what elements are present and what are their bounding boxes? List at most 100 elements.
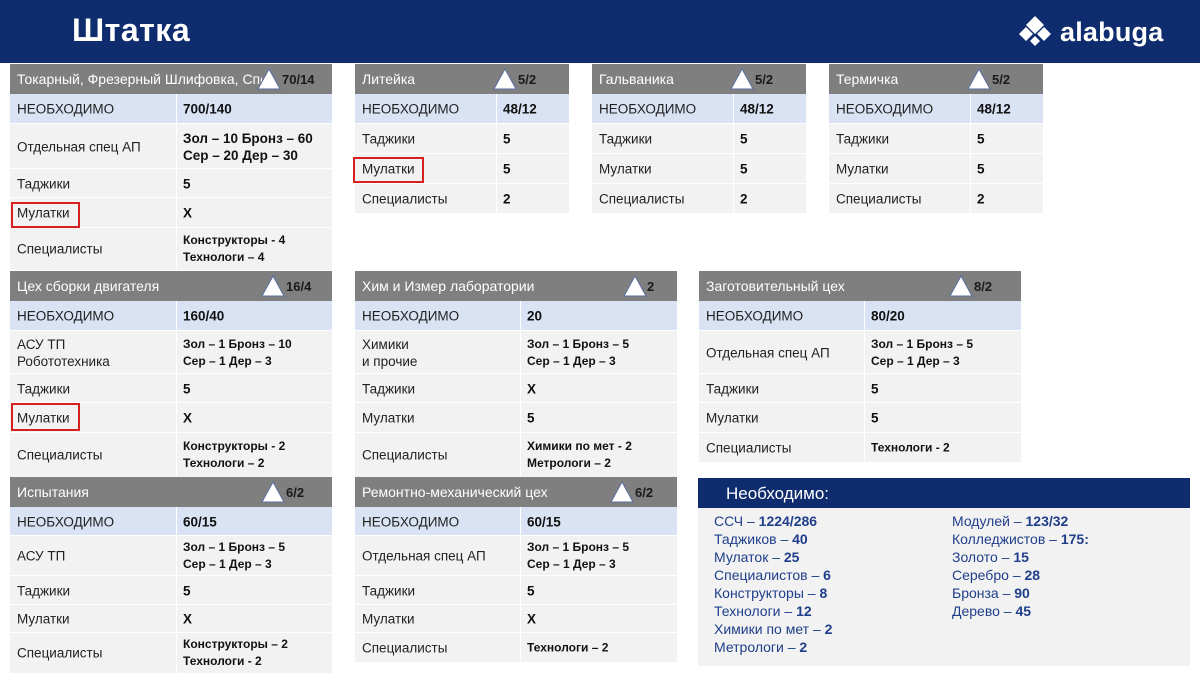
row-value-line: Сер – 1 Дер – 3 (527, 353, 616, 368)
row-value-line: Технологи - 2 (183, 654, 262, 668)
row-value-line: Зол – 1 Бронз – 5 (871, 336, 974, 351)
row-label: Мулатки (706, 410, 759, 426)
row-value-line: Сер – 1 Дер – 3 (871, 353, 960, 368)
row-label: Мулатки (362, 611, 415, 627)
block-title: Термичка (836, 71, 899, 87)
block-ispytaniya: Испытания 6/2 НЕОБХОДИМО 60/15 АСУ ТП Зо… (10, 477, 332, 673)
row-value: Зол – 1 Бронз – 5 Сер – 1 Дер – 3 (871, 336, 973, 370)
row-value: Зол – 1 Бронз – 5 Сер – 1 Дер – 3 (527, 539, 629, 573)
table-row: Мулатки 5 (699, 403, 1021, 433)
block-count: 5/2 (518, 72, 537, 87)
row-value-line: Технологи – 2 (183, 456, 265, 470)
block-count: 6/2 (286, 485, 305, 500)
summary-item: Конструкторы – 8 (714, 585, 828, 601)
row-value-line: Сер – 1 Дер – 3 (183, 557, 272, 571)
triangle-icon (730, 68, 754, 90)
block-title: Цех сборки двигателя (17, 278, 160, 294)
block-title: Заготовительный цех (706, 278, 845, 294)
table-row: Таджики 5 (355, 124, 569, 154)
row-value: 48/12 (740, 101, 774, 117)
table-row: Специалисты Конструкторы - 4 Технологи –… (10, 228, 332, 270)
block-title: Токарный, Фрезерный Шлифовка, Спец (17, 71, 262, 87)
row-value: 48/12 (977, 101, 1011, 117)
row-label: Таджики (17, 176, 71, 191)
logo-text: alabuga (1060, 16, 1164, 47)
table-row: Химики и прочие Зол – 1 Бронз – 5 Сер – … (355, 331, 677, 374)
alabuga-logo: alabuga (1018, 15, 1163, 49)
table-row: НЕОБХОДИМО 700/140 (10, 94, 332, 124)
table-row: Таджики 5 (699, 374, 1021, 403)
row-value-line: Химики по мет - 2 (527, 439, 632, 453)
row-value: Зол – 10 Бронз – 60 Сер – 20 Дер – 30 (183, 130, 313, 164)
row-label: Отдельная спец АП (706, 345, 830, 360)
table-row: Специалисты Химики по мет - 2 Метрологи … (355, 433, 677, 477)
summary-item: Модулей – 123/32 (952, 513, 1069, 529)
block-header: Гальваника 5/2 (592, 64, 806, 94)
block-header: Литейка 5/2 (355, 64, 569, 94)
row-value-line: Зол – 1 Бронз – 5 (527, 540, 630, 554)
summary-item: Химики по мет – 2 (714, 621, 833, 637)
row-value: Конструкторы - 4 Технологи – 4 (183, 232, 285, 266)
row-label: НЕОБХОДИМО (17, 514, 115, 529)
row-value-line: Технологи – 4 (183, 250, 265, 264)
summary-item: Технологи – 12 (714, 603, 812, 619)
triangle-icon (257, 68, 281, 90)
triangle-icon (610, 481, 634, 503)
block-header: Ремонтно-механический цех 6/2 (355, 477, 677, 507)
row-value: 5 (871, 381, 879, 396)
row-value: 2 (503, 191, 511, 206)
triangle-icon (261, 481, 285, 503)
block-title: Испытания (17, 484, 89, 500)
row-value: 2 (977, 191, 985, 206)
row-label: НЕОБХОДИМО (17, 308, 115, 324)
row-value: 5 (527, 583, 535, 598)
row-label: Таджики (362, 131, 416, 147)
table-row: Отдельная спец АП Зол – 1 Бронз – 5 Сер … (355, 536, 677, 576)
block-title: Хим и Измер лаборатории (362, 278, 535, 294)
table-row: Мулатки X (10, 605, 332, 633)
table-row: НЕОБХОДИМО 48/12 (355, 94, 569, 124)
row-label: Специалисты (17, 447, 103, 463)
page-title: Штатка (72, 12, 191, 48)
block-sborka: Цех сборки двигателя 16/4 НЕОБХОДИМО 160… (10, 271, 332, 477)
triangle-icon (949, 275, 973, 297)
table-row: НЕОБХОДИМО 60/15 (355, 507, 677, 536)
table-row: Мулатки 5 (829, 154, 1043, 184)
summary-item: Метрологи – 2 (714, 639, 808, 655)
header-bar: Штатка alabuga (0, 0, 1200, 63)
table-row: Таджики 5 (592, 124, 806, 154)
row-value-line: Сер – 1 Дер – 3 (183, 353, 272, 368)
table-row: Специалисты Конструкторы – 2 Технологи -… (10, 633, 332, 673)
table-row: Таджики X (355, 374, 677, 403)
row-value-line: Сер – 20 Дер – 30 (183, 147, 298, 163)
block-title: Гальваника (599, 71, 674, 87)
block-remont: Ремонтно-механический цех 6/2 НЕОБХОДИМО… (355, 477, 677, 662)
row-label: Отдельная спец АП (17, 139, 141, 154)
row-value: Зол – 1 Бронз – 5 Сер – 1 Дер – 3 (527, 336, 629, 370)
table-row: Специалисты 2 (829, 184, 1043, 213)
block-khim: Хим и Измер лаборатории 2 НЕОБХОДИМО 20 … (355, 271, 677, 477)
table-row: Отдельная спец АП Зол – 10 Бронз – 60 Се… (10, 124, 332, 169)
row-label: НЕОБХОДИМО (836, 101, 934, 117)
row-label: Таджики (599, 131, 653, 147)
row-value: X (183, 611, 193, 627)
row-value: Конструкторы – 2 Технологи - 2 (183, 636, 288, 670)
block-count: 70/14 (282, 72, 315, 87)
row-value: 5 (183, 176, 191, 191)
row-value: 20 (527, 308, 543, 324)
row-value: 5 (527, 410, 535, 426)
block-count: 6/2 (635, 485, 654, 500)
row-value: X (183, 410, 193, 426)
row-label: Таджики (17, 583, 71, 598)
block-header: Цех сборки двигателя 16/4 (10, 271, 332, 301)
row-value-line: Зол – 10 Бронз – 60 (183, 130, 313, 146)
row-value: 5 (740, 131, 748, 147)
row-value-line: Конструкторы - 4 (183, 233, 286, 247)
table-row: Мулатки X (355, 605, 677, 633)
row-label: НЕОБХОДИМО (706, 308, 804, 324)
triangle-icon (261, 275, 285, 297)
block-count: 2 (647, 279, 655, 294)
block-header: Токарный, Фрезерный Шлифовка, Спец 70/14 (10, 64, 332, 94)
row-label: Таджики (362, 583, 416, 598)
row-label: Мулатки (599, 161, 652, 177)
